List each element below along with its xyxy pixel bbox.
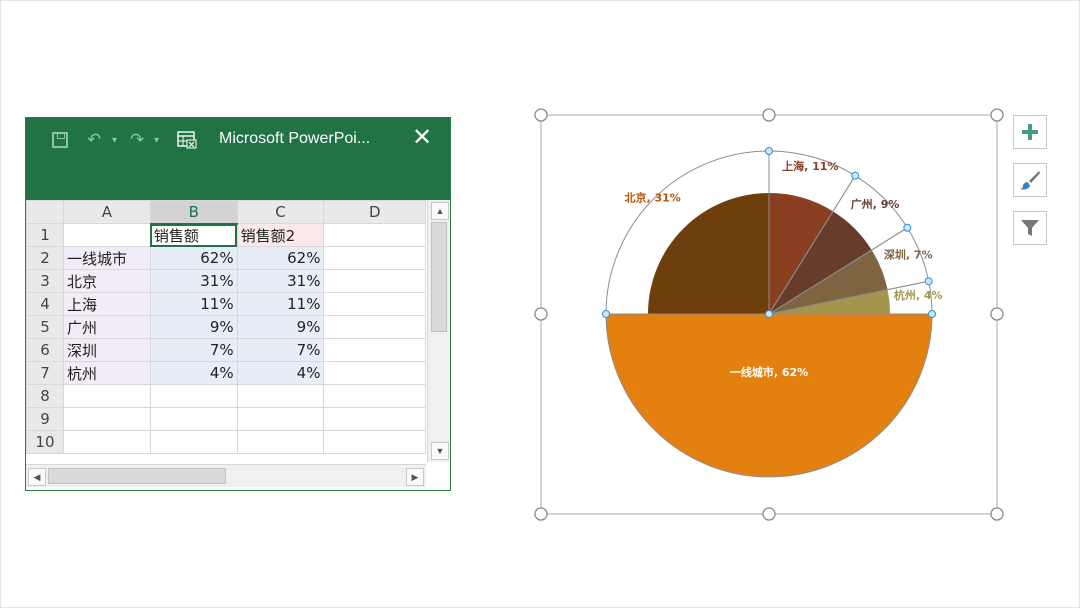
- data-label-0[interactable]: 一线城市, 62%: [730, 365, 808, 379]
- series-point-handle[interactable]: [928, 310, 936, 318]
- chart-styles-button[interactable]: [1013, 163, 1047, 197]
- chart-elements-button[interactable]: [1013, 115, 1047, 149]
- resize-handle[interactable]: [534, 307, 548, 321]
- resize-handle[interactable]: [534, 507, 548, 521]
- chart-filters-button[interactable]: [1013, 211, 1047, 245]
- resize-handle[interactable]: [990, 108, 1004, 122]
- data-label-1[interactable]: 北京, 31%: [624, 191, 680, 205]
- pie-slice-0[interactable]: [605, 313, 933, 478]
- resize-handle[interactable]: [762, 507, 776, 521]
- data-label-3[interactable]: 广州, 9%: [851, 197, 900, 211]
- brush-icon: [1020, 171, 1040, 190]
- resize-handle[interactable]: [990, 307, 1004, 321]
- resize-handle[interactable]: [762, 108, 776, 122]
- plus-icon: [1022, 124, 1038, 140]
- data-label-4[interactable]: 深圳, 7%: [884, 247, 933, 261]
- series-point-handle[interactable]: [924, 277, 933, 286]
- resize-handle[interactable]: [534, 108, 548, 122]
- center-point-handle[interactable]: [765, 310, 773, 318]
- filter-icon: [1021, 220, 1039, 236]
- series-point-handle[interactable]: [851, 171, 860, 180]
- series-point-handle[interactable]: [903, 223, 912, 232]
- pie-chart[interactable]: 一线城市, 62% 北京, 31% 上海, 11% 广州, 9% 深圳, 7% 杭州, 4…: [0, 0, 1080, 608]
- data-label-5[interactable]: 杭州, 4%: [894, 288, 943, 302]
- resize-handle[interactable]: [990, 507, 1004, 521]
- pie-slice-1[interactable]: [648, 193, 769, 314]
- data-label-2[interactable]: 上海, 11%: [782, 159, 838, 173]
- series-point-handle[interactable]: [765, 147, 773, 155]
- series-point-handle[interactable]: [602, 310, 610, 318]
